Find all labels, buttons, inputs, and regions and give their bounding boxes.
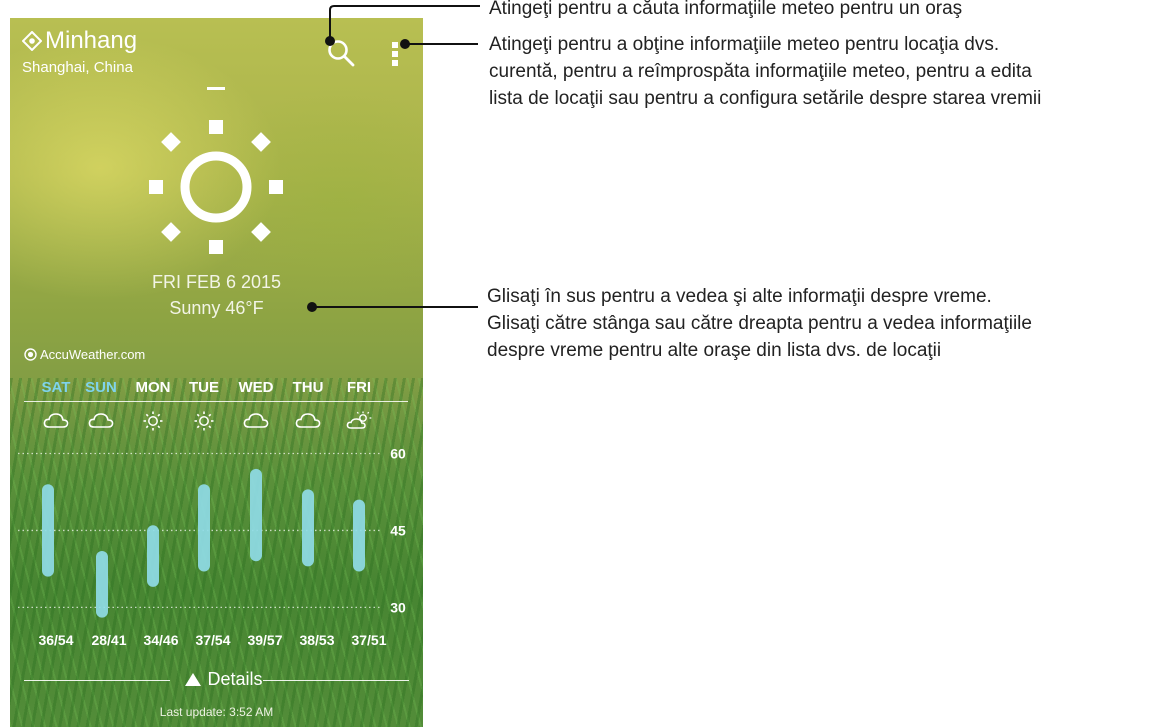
swipe-annotation: Glisaţi în sus pentru a vedea şi alte in… (487, 283, 1032, 364)
menu-annotation-line: curentă, pentru a reîmprospăta informaţi… (489, 61, 1032, 82)
search-annotation: Atingeţi pentru a căuta informaţiile met… (489, 0, 963, 19)
menu-annotation-line: Atingeţi pentru a obţine informaţiile me… (489, 34, 1000, 55)
swipe-annotation-line: despre vreme pentru alte oraşe din lista… (487, 340, 942, 361)
menu-annotation-line: lista de locaţii sau pentru a configura … (489, 88, 1042, 109)
swipe-annotation-line: Glisaţi în sus pentru a vedea şi alte in… (487, 286, 992, 307)
swipe-annotation-line: Glisaţi către stânga sau către dreapta p… (487, 313, 1032, 334)
menu-annotation: Atingeţi pentru a obţine informaţiile me… (489, 31, 1041, 112)
